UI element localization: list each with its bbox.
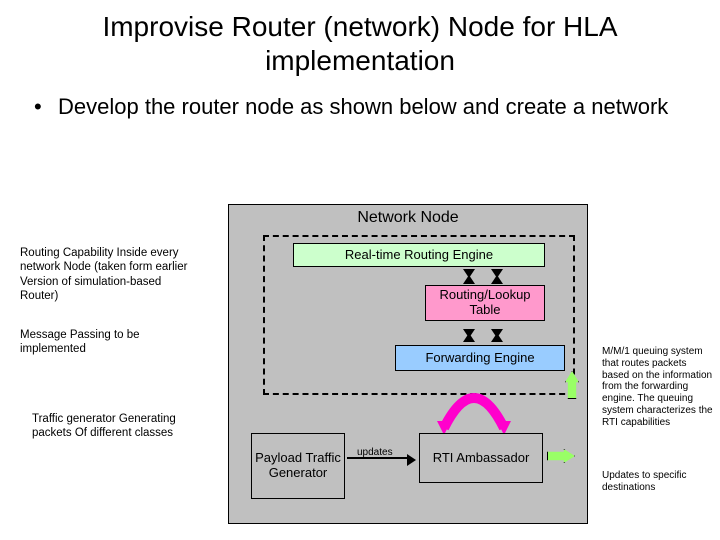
box-realtime-routing-engine: Real-time Routing Engine	[293, 243, 545, 267]
lime-arrow-right-icon	[547, 449, 575, 463]
box-forwarding-engine: Forwarding Engine	[395, 345, 565, 371]
note-traffic-generator: Traffic generator Generating packets Of …	[32, 412, 182, 441]
arrow-up-icon	[491, 333, 503, 342]
box-rti-ambassador: RTI Ambassador	[419, 433, 543, 483]
label-updates: updates	[357, 447, 393, 458]
arrow-up-icon	[491, 275, 503, 284]
box-payload-traffic-generator: Payload Traffic Generator	[251, 433, 345, 499]
box-routing-lookup-table: Routing/Lookup Table	[425, 285, 545, 321]
note-message-passing: Message Passing to be implemented	[20, 328, 200, 357]
arrow-up-icon	[463, 275, 475, 284]
note-routing-capability: Routing Capability Inside every network …	[20, 246, 200, 304]
bullet-text: Develop the router node as shown below a…	[0, 85, 720, 131]
curved-arrow-icon	[429, 373, 519, 433]
diagram-title: Network Node	[229, 205, 587, 231]
network-node-diagram: Network Node Real-time Routing Engine Ro…	[228, 204, 588, 524]
slide-title: Improvise Router (network) Node for HLA …	[0, 0, 720, 85]
arrow-right-icon	[407, 454, 416, 466]
note-updates-destinations: Updates to specific destinations	[602, 470, 714, 494]
note-queuing-system: M/M/1 queuing system that routes packets…	[602, 346, 714, 429]
arrow-up-icon	[463, 333, 475, 342]
